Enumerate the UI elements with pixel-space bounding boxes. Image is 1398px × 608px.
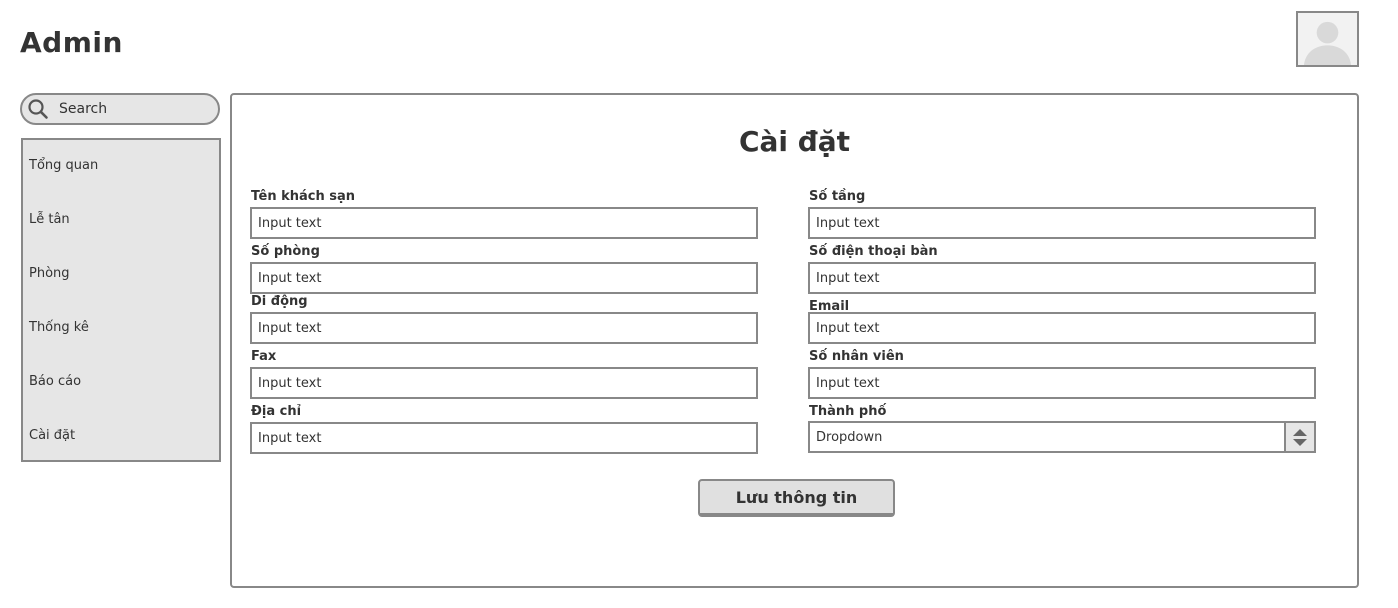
rooms-label: Số phòng bbox=[251, 244, 320, 259]
sidebar-item-thong-ke[interactable]: Thống kê bbox=[29, 320, 89, 335]
sidebar-nav: Tổng quan Lễ tân Phòng Thống kê Báo cáo … bbox=[21, 138, 221, 462]
city-dropdown-value: Dropdown bbox=[816, 430, 883, 445]
app-title: Admin bbox=[20, 26, 123, 59]
user-avatar[interactable] bbox=[1296, 11, 1359, 67]
sidebar-item-tong-quan[interactable]: Tổng quan bbox=[29, 158, 98, 173]
page-title: Cài đặt bbox=[738, 125, 851, 158]
address-input[interactable] bbox=[250, 422, 758, 454]
floors-label: Số tầng bbox=[809, 189, 866, 204]
staff-count-label: Số nhân viên bbox=[809, 349, 904, 364]
fax-input[interactable] bbox=[250, 367, 758, 399]
sidebar-item-bao-cao[interactable]: Báo cáo bbox=[29, 374, 81, 389]
city-label: Thành phố bbox=[809, 404, 887, 419]
sidebar-item-le-tan[interactable]: Lễ tân bbox=[29, 212, 70, 227]
search-icon bbox=[28, 99, 48, 119]
address-label: Địa chỉ bbox=[251, 404, 302, 419]
sidebar-item-cai-dat[interactable]: Cài đặt bbox=[29, 428, 75, 443]
city-dropdown[interactable]: Dropdown bbox=[808, 421, 1316, 453]
mobile-label: Di động bbox=[251, 294, 308, 309]
floors-input[interactable] bbox=[808, 207, 1316, 239]
hotel-name-label: Tên khách sạn bbox=[251, 189, 356, 204]
landline-label: Số điện thoại bàn bbox=[809, 244, 938, 259]
staff-count-input[interactable] bbox=[808, 367, 1316, 399]
save-button[interactable]: Lưu thông tin bbox=[698, 479, 895, 517]
hotel-name-input[interactable] bbox=[250, 207, 758, 239]
search-input[interactable] bbox=[59, 101, 209, 117]
up-down-arrows-icon[interactable] bbox=[1284, 423, 1314, 451]
fax-label: Fax bbox=[251, 349, 277, 364]
user-avatar-icon bbox=[1298, 13, 1357, 65]
landline-input[interactable] bbox=[808, 262, 1316, 294]
sidebar-item-phong[interactable]: Phòng bbox=[29, 266, 70, 281]
settings-panel: Cài đặt Tên khách sạn Số phòng Di động F… bbox=[230, 93, 1359, 588]
search-box[interactable] bbox=[20, 93, 220, 125]
rooms-input[interactable] bbox=[250, 262, 758, 294]
email-input[interactable] bbox=[808, 312, 1316, 344]
mobile-input[interactable] bbox=[250, 312, 758, 344]
